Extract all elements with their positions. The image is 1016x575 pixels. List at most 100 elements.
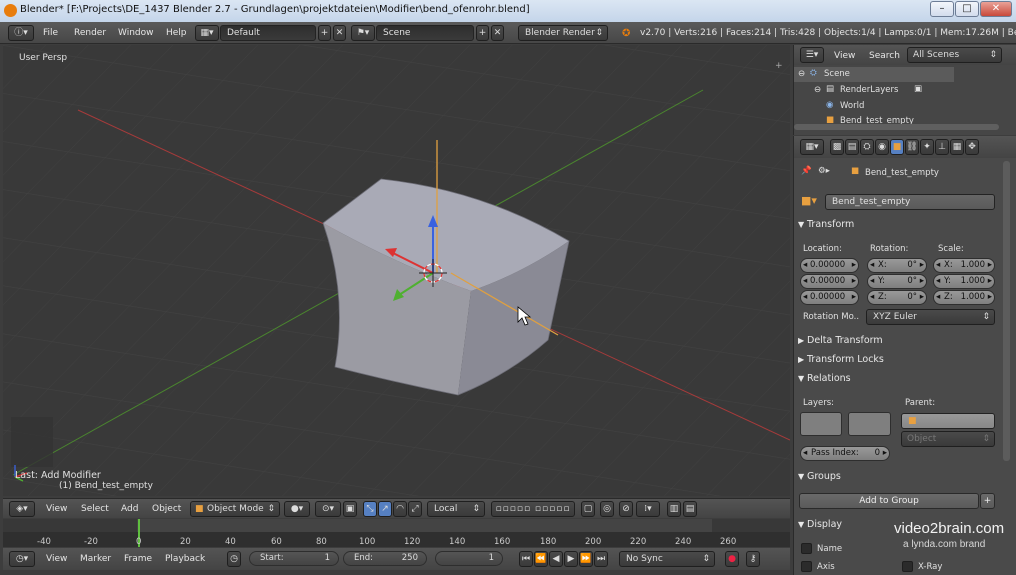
outliner-menu-search[interactable]: Search [869,51,900,61]
outliner-editor-type-icon[interactable]: ☰▾ [800,47,824,63]
shading-select[interactable]: ●▾ [284,501,310,517]
scale-x-field[interactable]: ◂ X: 1.000 ▸ [933,258,995,273]
snap-element-select[interactable]: ⁞▾ [636,501,660,517]
outliner-menu-view[interactable]: View [834,51,855,61]
display-name-checkbox[interactable] [801,543,812,554]
modifiers-tab-icon[interactable]: ✦ [920,139,934,155]
editor-type-icon[interactable]: ⓘ▾ [8,25,34,41]
add-group-icon[interactable]: + [980,493,995,509]
layout-field[interactable]: Default [220,25,316,41]
mode-select[interactable]: Object Mode ■ ⇕ [190,501,280,517]
3d-editor-type-icon[interactable]: ◈▾ [9,501,35,517]
3d-viewport[interactable]: User Persp Last: Add Modifier (1) Bend_t… [3,45,790,496]
location-y-field[interactable]: ◂ 0.00000 ▸ [800,274,859,289]
scene-field[interactable]: Scene [376,25,474,41]
layer-buttons[interactable]: ▫▫▫▫▫ ▫▫▫▫▫ [491,501,575,517]
menu-window[interactable]: Window [118,28,154,38]
menu-help[interactable]: Help [166,28,187,38]
play-reverse-icon[interactable]: ◀ [549,551,563,567]
scene-tab-icon[interactable]: ⛭ [860,139,874,155]
minimize-button[interactable]: – [930,1,954,17]
lock-layers-icon[interactable]: ▢ [581,501,595,517]
timeline-area[interactable] [3,519,790,547]
current-frame-field[interactable]: 1 [435,551,503,566]
pass-index-field[interactable]: ◂ Pass Index: 0 ▸ [800,446,890,461]
timeline-menu-playback[interactable]: Playback [165,554,205,564]
end-frame-field[interactable]: End: 250 [343,551,427,566]
display-xray-checkbox[interactable] [902,561,913,572]
layer-only-icon[interactable]: ▣ [343,501,357,517]
viewport-canvas[interactable] [3,45,790,496]
render-preview-icon[interactable]: ▥ [667,501,681,517]
jump-end-icon[interactable]: ⏭ [594,551,608,567]
scale-manipulator-icon[interactable]: ⤢ [408,501,422,517]
outliner-scrollbar[interactable] [794,124,999,130]
outliner-item-renderlayers[interactable]: RenderLayers [840,85,898,95]
pin-icon[interactable]: 📌 [801,166,812,176]
maximize-button[interactable]: □ [955,1,979,17]
particles-tab-icon[interactable]: ✥ [965,139,979,155]
outliner-filter-select[interactable]: All Scenes ⇕ [907,47,1002,63]
timeline-menu-frame[interactable]: Frame [124,554,152,564]
relations-panel-header[interactable]: ▼ Relations [798,373,998,389]
remove-layout-icon[interactable]: ✕ [333,25,346,41]
jump-key-back-icon[interactable]: ⏪ [534,551,548,567]
pivot-select[interactable]: ⊙▾ [315,501,341,517]
properties-scrollbar[interactable] [1003,161,1010,461]
location-z-field[interactable]: ◂ 0.00000 ▸ [800,290,859,305]
timeline-menu-view[interactable]: View [46,554,67,564]
physics-tab-icon[interactable]: ⊥ [935,139,949,155]
groups-panel-header[interactable]: ▼ Groups [798,471,998,487]
rotation-y-field[interactable]: ◂ Y: 0° ▸ [867,274,927,289]
3d-menu-object[interactable]: Object [152,504,181,514]
outliner-panel[interactable]: ☰▾ View Search All Scenes ⇕ ⊖ ⛭ Scene ⊖ ▤… [793,45,1016,135]
parent-type-select[interactable]: Object ⇕ [901,431,995,447]
rotation-x-field[interactable]: ◂ X: 0° ▸ [867,258,927,273]
parent-field[interactable]: ■ [901,413,995,429]
transform-locks-panel-header[interactable]: ▶ Transform Locks [798,354,998,370]
delta-transform-panel-header[interactable]: ▶ Delta Transform [798,335,998,351]
start-frame-field[interactable]: Start: 1 [249,551,339,566]
proportional-edit-icon[interactable]: ◎ [600,501,614,517]
3d-menu-select[interactable]: Select [81,504,109,514]
render-engine-select[interactable]: Blender Render ⇕ [518,25,608,41]
preview-range-icon[interactable]: ◷ [227,551,241,567]
constraints-tab-icon[interactable]: ⛓ [905,139,919,155]
rotate-manipulator-icon[interactable]: ◠ [393,501,407,517]
menu-render[interactable]: Render [74,28,106,38]
add-to-group-button[interactable]: Add to Group [799,493,979,509]
snap-toggle-icon[interactable]: ⊘ [619,501,633,517]
layers-grid-b[interactable] [848,412,891,436]
transform-panel-header[interactable]: ▼ Transform [798,219,998,235]
scene-icon[interactable]: ⚑▾ [351,25,375,41]
jump-start-icon[interactable]: ⏮ [519,551,533,567]
manipulator-toggle-icon[interactable]: ⤡ [363,501,377,517]
sync-select[interactable]: No Sync ⇕ [619,551,715,567]
scale-z-field[interactable]: ◂ Z: 1.000 ▸ [933,290,995,305]
add-layout-icon[interactable]: + [318,25,331,41]
rotation-mode-select[interactable]: XYZ Euler ⇕ [866,309,995,325]
translate-manipulator-icon[interactable]: ↗ [378,501,392,517]
outliner-item-world[interactable]: World [840,101,864,111]
jump-key-forward-icon[interactable]: ⏩ [579,551,593,567]
expand-icon[interactable]: ⊖ [814,85,821,95]
object-tab-icon[interactable]: ■ [890,139,904,155]
viewport-split-icon[interactable]: + [775,59,783,73]
scale-y-field[interactable]: ◂ Y: 1.000 ▸ [933,274,995,289]
location-x-field[interactable]: ◂ 0.00000 ▸ [800,258,859,273]
remove-scene-icon[interactable]: ✕ [491,25,504,41]
object-name-field[interactable]: Bend_test_empty [825,194,995,210]
orientation-select[interactable]: Local ⇕ [427,501,485,517]
layers-grid-a[interactable] [800,412,842,436]
record-icon[interactable]: ● [725,551,739,567]
render-anim-icon[interactable]: ▤ [683,501,697,517]
play-icon[interactable]: ▶ [564,551,578,567]
timeline-editor-type-icon[interactable]: ◷▾ [9,551,35,567]
texture-tab-icon[interactable]: ▦ [950,139,964,155]
3d-menu-add[interactable]: Add [121,504,138,514]
render-tab-icon[interactable]: ▩ [830,139,844,155]
close-button[interactable]: ✕ [980,1,1012,17]
rotation-z-field[interactable]: ◂ Z: 0° ▸ [867,290,927,305]
outliner-item-object[interactable]: Bend_test_empty [840,116,914,124]
add-scene-icon[interactable]: + [476,25,489,41]
